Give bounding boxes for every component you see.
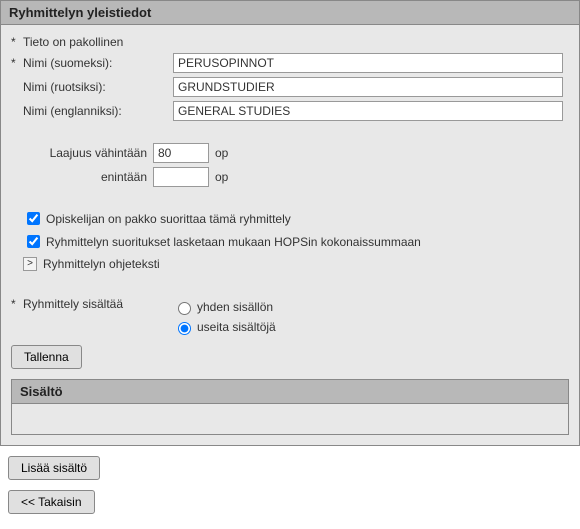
name-sv-label: Nimi (ruotsiksi): [23, 80, 173, 94]
chevron-right-icon: > [23, 257, 37, 271]
name-en-row: Nimi (englanniksi): [11, 101, 569, 121]
back-button[interactable]: << Takaisin [8, 490, 95, 514]
contains-radio-group: yhden sisällön useita sisältöjä [173, 299, 276, 335]
name-fi-row: * Nimi (suomeksi): [11, 53, 569, 73]
name-sv-input[interactable] [173, 77, 563, 97]
contains-single-label: yhden sisällön [197, 300, 273, 314]
asterisk-icon: * [11, 297, 23, 311]
extent-max-label: enintään [23, 170, 153, 184]
include-sum-row: Ryhmittelyn suoritukset lasketaan mukaan… [23, 232, 569, 251]
asterisk-icon: * [11, 56, 23, 70]
extent-min-label: Laajuus vähintään [23, 146, 153, 160]
extent-min-input[interactable] [153, 143, 209, 163]
name-fi-input[interactable] [173, 53, 563, 73]
panel-header-content: Sisältö [12, 380, 568, 404]
extent-min-row: Laajuus vähintään op [11, 143, 569, 163]
contains-single-option[interactable]: yhden sisällön [173, 299, 276, 315]
mandatory-group-checkbox[interactable] [27, 212, 40, 225]
asterisk-icon: * [11, 35, 23, 49]
extent-max-unit: op [215, 170, 228, 184]
content-panel-body [12, 404, 568, 434]
mandatory-note-row: * Tieto on pakollinen [11, 35, 569, 49]
save-button[interactable]: Tallenna [11, 345, 82, 369]
include-sum-label: Ryhmittelyn suoritukset lasketaan mukaan… [46, 235, 421, 249]
name-en-input[interactable] [173, 101, 563, 121]
contains-row: * Ryhmittely sisältää yhden sisällön use… [11, 297, 569, 335]
name-en-label: Nimi (englanniksi): [23, 104, 173, 118]
name-sv-row: Nimi (ruotsiksi): [11, 77, 569, 97]
panel-header-general: Ryhmittelyn yleistiedot [1, 1, 579, 25]
guide-text-label: Ryhmittelyn ohjeteksti [43, 257, 160, 271]
contains-multi-option[interactable]: useita sisältöjä [173, 319, 276, 335]
contains-label: Ryhmittely sisältää [23, 297, 173, 311]
add-content-button[interactable]: Lisää sisältö [8, 456, 100, 480]
contains-single-radio[interactable] [178, 302, 191, 315]
mandatory-group-row: Opiskelijan on pakko suorittaa tämä ryhm… [23, 209, 569, 228]
mandatory-group-label: Opiskelijan on pakko suorittaa tämä ryhm… [46, 212, 291, 226]
extent-max-input[interactable] [153, 167, 209, 187]
contains-multi-radio[interactable] [178, 322, 191, 335]
name-fi-label: Nimi (suomeksi): [23, 56, 173, 70]
content-panel: Sisältö [11, 379, 569, 435]
extent-max-row: enintään op [11, 167, 569, 187]
group-general-panel: Ryhmittelyn yleistiedot * Tieto on pakol… [0, 0, 580, 446]
panel-body-general: * Tieto on pakollinen * Nimi (suomeksi):… [1, 25, 579, 445]
extent-min-unit: op [215, 146, 228, 160]
include-sum-checkbox[interactable] [27, 235, 40, 248]
guide-text-accordion[interactable]: > Ryhmittelyn ohjeteksti [23, 257, 569, 271]
contains-multi-label: useita sisältöjä [197, 320, 276, 334]
mandatory-note-text: Tieto on pakollinen [23, 35, 123, 49]
